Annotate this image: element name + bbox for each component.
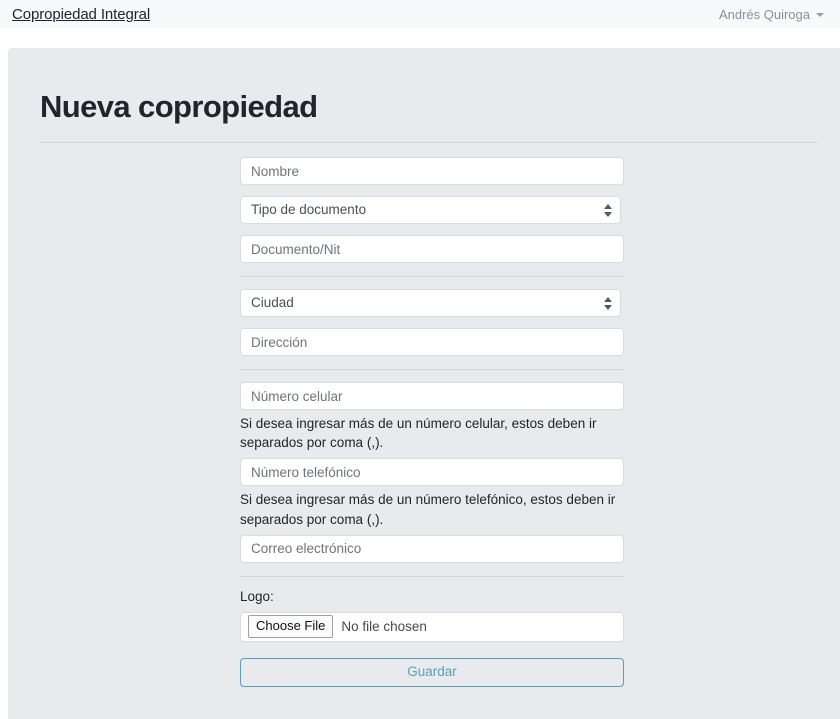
navbar-brand[interactable]: Copropiedad Integral [12,6,150,23]
content-panel: Nueva copropiedad Tipo de documento [8,48,840,719]
field-direccion [240,328,624,357]
direccion-input[interactable] [240,328,624,357]
user-menu-label: Andrés Quiroga [718,6,810,22]
top-navbar: Copropiedad Integral Andrés Quiroga [0,0,840,28]
choose-file-button[interactable]: Choose File [248,615,334,638]
tipo-documento-select-box[interactable] [240,196,621,225]
field-tipo-documento: Tipo de documento [240,196,624,225]
tipo-documento-select[interactable]: Tipo de documento [240,196,621,225]
divider-ubicacion [240,369,624,371]
file-status-text: No file chosen [341,619,427,635]
ciudad-select[interactable]: Ciudad [240,289,621,318]
title-divider [40,142,818,144]
ciudad-select-box[interactable] [240,289,621,318]
documento-nit-input[interactable] [240,235,624,264]
numero-celular-input[interactable] [240,382,624,411]
chevron-down-icon [816,13,824,17]
field-numero-telefonico: Si desea ingresar más de un número telef… [240,458,624,528]
page-title: Nueva copropiedad [40,89,318,124]
logo-file-input[interactable]: Choose File No file chosen [240,611,624,642]
navbar-gap [0,28,840,48]
logo-label: Logo: [240,588,274,604]
field-nombre [240,157,624,186]
numero-celular-help: Si desea ingresar más de un número celul… [240,416,597,451]
save-button[interactable]: Guardar [240,657,624,687]
field-documento-nit [240,235,624,264]
numero-telefonico-help: Si desea ingresar más de un número telef… [240,492,616,527]
correo-electronico-input[interactable] [240,534,624,563]
divider-identificacion [240,276,624,278]
new-property-form: Tipo de documento Ciudad [8,157,840,687]
numero-telefonico-input[interactable] [240,458,624,487]
divider-contacto [240,575,624,577]
field-logo: Logo: Choose File No file chosen [240,589,624,642]
field-numero-celular: Si desea ingresar más de un número celul… [240,382,624,452]
field-correo-electronico [240,534,624,563]
field-ciudad: Ciudad [240,289,624,318]
user-menu[interactable]: Andrés Quiroga [719,7,824,22]
nombre-input[interactable] [240,157,624,186]
